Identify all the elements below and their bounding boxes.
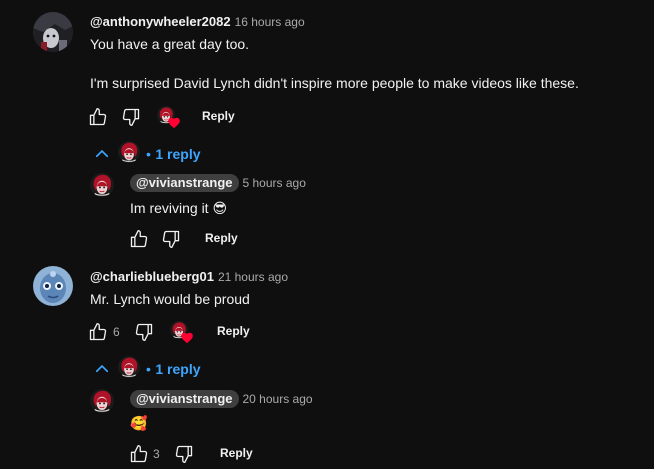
replier-avatar — [118, 141, 140, 163]
replies-toggle[interactable]: • 1 reply — [146, 146, 201, 164]
reply-dislike-button[interactable] — [161, 229, 181, 249]
thumbs-up-icon — [88, 322, 108, 342]
replies-count[interactable]: 1 reply — [155, 146, 200, 162]
reply-header: @vivianstrange 5 hours ago — [130, 174, 306, 192]
dislike-button[interactable] — [134, 322, 154, 342]
reply-time[interactable]: 20 hours ago — [243, 392, 313, 406]
comment-author[interactable]: @anthonywheeler2082 — [90, 14, 231, 29]
reply-button[interactable]: Reply — [217, 324, 250, 338]
comment-time[interactable]: 16 hours ago — [235, 15, 305, 29]
comment-text: You have a great day too. — [90, 36, 250, 52]
reply-button[interactable]: Reply — [202, 109, 235, 123]
chevron-up-icon — [93, 360, 111, 378]
replies-toggle[interactable]: • 1 reply — [146, 361, 201, 379]
reply-avatar[interactable] — [90, 389, 114, 413]
heart-icon — [167, 116, 181, 130]
reply-like-button[interactable] — [129, 229, 149, 249]
like-button[interactable] — [88, 107, 108, 127]
comment-text: Mr. Lynch would be proud — [90, 291, 250, 307]
thumbs-down-icon — [121, 107, 141, 127]
reply-like-count: 3 — [153, 447, 160, 461]
reply-header: @vivianstrange 20 hours ago — [130, 390, 313, 408]
creator-heart — [170, 321, 194, 345]
like-button[interactable] — [88, 322, 108, 342]
chevron-up-icon — [93, 145, 111, 163]
thumbs-down-icon — [161, 229, 181, 249]
reply-avatar[interactable] — [90, 173, 114, 197]
comment-author[interactable]: @charlieblueberg01 — [90, 269, 214, 284]
replies-count[interactable]: 1 reply — [155, 361, 200, 377]
collapse-replies-button[interactable] — [93, 145, 111, 163]
comment-header: @charlieblueberg01 21 hours ago — [90, 268, 288, 286]
reply-dislike-button[interactable] — [174, 444, 194, 464]
heart-icon — [180, 331, 194, 345]
separator-dot: • — [146, 361, 151, 377]
creator-heart — [157, 106, 181, 130]
commenter-avatar[interactable] — [33, 12, 73, 52]
collapse-replies-button[interactable] — [93, 360, 111, 378]
replier-avatar — [118, 356, 140, 378]
comment-text-line2: I'm surprised David Lynch didn't inspire… — [90, 75, 579, 91]
thumbs-up-icon — [129, 229, 149, 249]
thumbs-up-icon — [129, 444, 149, 464]
thumbs-down-icon — [174, 444, 194, 464]
like-count: 6 — [113, 325, 120, 339]
reply-like-button[interactable] — [129, 444, 149, 464]
comment-header: @anthonywheeler2082 16 hours ago — [90, 13, 305, 31]
reply-author-chip[interactable]: @vivianstrange — [130, 174, 239, 192]
separator-dot: • — [146, 146, 151, 162]
reply-reply-button[interactable]: Reply — [205, 231, 238, 245]
commenter-avatar[interactable] — [33, 266, 73, 306]
comment-time[interactable]: 21 hours ago — [218, 270, 288, 284]
reply-author-chip[interactable]: @vivianstrange — [130, 390, 239, 408]
thumbs-up-icon — [88, 107, 108, 127]
reply-reply-button[interactable]: Reply — [220, 446, 253, 460]
thumbs-down-icon — [134, 322, 154, 342]
dislike-button[interactable] — [121, 107, 141, 127]
reply-text: Im reviving it 😎 — [130, 200, 228, 216]
reply-text: 🥰 — [130, 415, 148, 431]
reply-time[interactable]: 5 hours ago — [243, 176, 306, 190]
